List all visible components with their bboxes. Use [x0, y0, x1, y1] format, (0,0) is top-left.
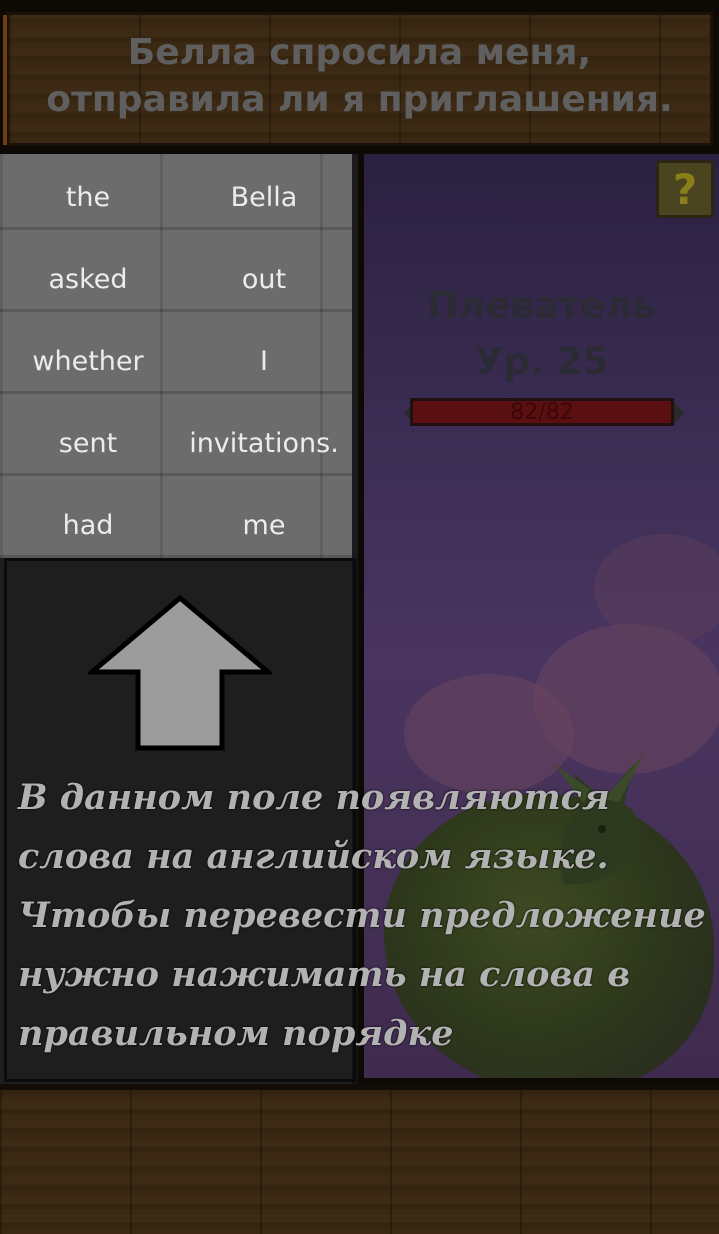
word-tile[interactable]: out — [176, 238, 352, 320]
word-tile[interactable]: I — [176, 320, 352, 402]
hp-cap-right — [674, 402, 684, 424]
bottom-wood-panel — [0, 1084, 719, 1234]
tutorial-line: правильном порядке — [18, 1013, 454, 1054]
word-tile[interactable]: asked — [0, 238, 176, 320]
word-tile[interactable]: me — [176, 484, 352, 566]
sentence-panel: Белла спросила меня, отправила ли я приг… — [3, 12, 713, 146]
tutorial-line: нужно нажимать на слова в — [18, 954, 631, 995]
word-tile[interactable]: whether — [0, 320, 176, 402]
tutorial-line: Чтобы перевести предложение — [18, 895, 706, 936]
word-tile[interactable]: the — [0, 156, 176, 238]
enemy-name: Плеватель — [427, 284, 656, 327]
up-arrow-icon — [88, 594, 272, 751]
help-button[interactable]: ? — [656, 160, 714, 218]
word-tile[interactable]: had — [0, 484, 176, 566]
word-tile[interactable]: invitations. — [176, 402, 352, 484]
tutorial-text: В данном поле появляются слова на англий… — [18, 768, 718, 1063]
hp-text: 82/82 — [510, 399, 574, 425]
tutorial-line: В данном поле появляются — [18, 777, 610, 818]
panel-edge — [3, 15, 7, 145]
enemy-level: Ур. 25 — [474, 340, 609, 383]
tutorial-line: слова на английском языке. — [18, 836, 609, 877]
word-tile[interactable]: sent — [0, 402, 176, 484]
word-tile[interactable]: Bella — [176, 156, 352, 238]
russian-sentence: Белла спросила меня, отправила ли я приг… — [46, 32, 673, 120]
word-board: the Bella asked out whether I sent invit… — [0, 154, 358, 558]
enemy-hp-bar: 82/82 — [410, 398, 674, 426]
